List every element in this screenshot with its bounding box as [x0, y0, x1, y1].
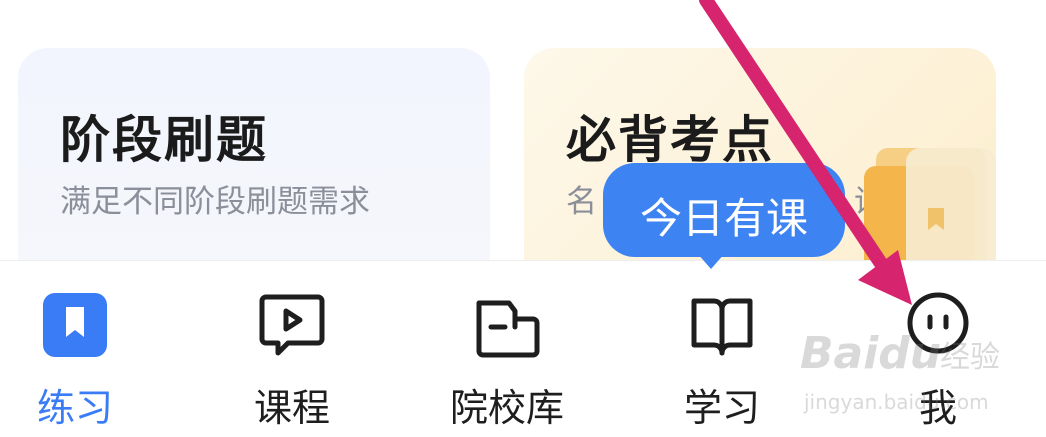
bottom-tab-bar: 练习 课程 院校库 学习 我: [0, 260, 1046, 437]
stage-practice-title: 阶段刷题: [60, 111, 268, 169]
face-icon: [907, 292, 969, 354]
key-points-subtitle-start: 名: [566, 184, 597, 220]
folder-illustration-icon: [864, 148, 996, 288]
tab-practice-label: 练习: [36, 386, 113, 430]
today-class-tooltip[interactable]: 今日有课: [603, 163, 845, 273]
tab-school-library[interactable]: 院校库: [437, 289, 577, 430]
tab-courses[interactable]: 课程: [222, 289, 362, 430]
bookmark-icon: [43, 293, 107, 357]
tab-study-label: 学习: [683, 386, 760, 430]
open-book-icon: [691, 298, 753, 356]
tab-me-label: 我: [918, 386, 957, 430]
tab-practice[interactable]: 练习: [5, 289, 145, 430]
tab-study[interactable]: 学习: [652, 289, 792, 430]
stage-practice-card[interactable]: 阶段刷题 满足不同阶段刷题需求: [18, 48, 490, 288]
tab-courses-label: 课程: [253, 386, 330, 430]
tab-school-library-label: 院校库: [449, 386, 564, 430]
tooltip-text: 今日有课: [639, 194, 808, 243]
stage-practice-subtitle: 满足不同阶段刷题需求: [60, 184, 370, 220]
key-points-title: 必背考点: [566, 111, 774, 169]
video-play-icon: [259, 294, 325, 356]
school-folder-icon: [476, 300, 540, 358]
tooltip-tail: [697, 253, 725, 269]
tab-me[interactable]: 我: [868, 289, 1008, 430]
